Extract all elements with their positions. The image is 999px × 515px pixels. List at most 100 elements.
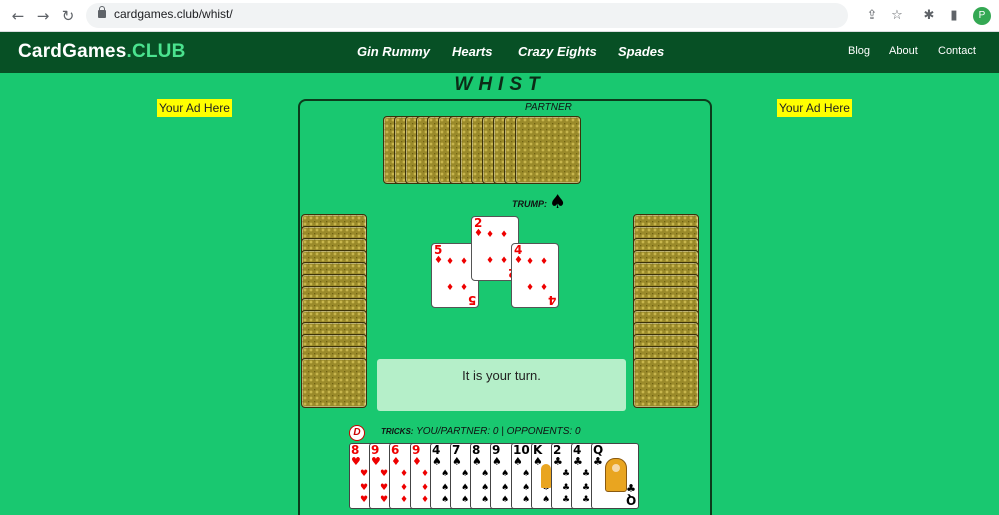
card-suit-icon: ♦: [421, 483, 430, 493]
card-rank: 4: [547, 293, 556, 307]
card-suit-icon: ♠: [542, 495, 551, 505]
card-suit-icon: ♠: [522, 483, 531, 493]
dealer-badge: D: [349, 425, 365, 441]
card-suit-icon: ♣: [562, 469, 571, 479]
address-bar[interactable]: cardgames.club/whist/: [86, 3, 848, 28]
logo-main: CardGames: [18, 41, 127, 62]
card-suit-icon: ♣: [582, 469, 591, 479]
card-suit-icon: ♠: [501, 469, 510, 479]
card-suit-icon: ♦: [391, 455, 401, 468]
diamond-icon: ♦: [460, 283, 469, 293]
card-suit-icon: ♠: [481, 469, 490, 479]
card-suit-icon: ♠: [441, 483, 450, 493]
diamond-icon: ♦: [500, 256, 509, 266]
diamond-icon: ♦: [486, 230, 495, 240]
card-suit-icon: ♠: [461, 469, 470, 479]
partner-label: PARTNER: [525, 102, 572, 113]
browser-toolbar: ← → ↻ cardgames.club/whist/ ⇪ ☆ ✱ ▮ P: [0, 0, 999, 32]
card-suit-icon: ♥: [371, 455, 381, 468]
card-suit-icon: ♠: [513, 455, 523, 468]
card-suit-icon: ♠: [452, 455, 462, 468]
site-logo[interactable]: CardGames.CLUB: [18, 41, 186, 63]
logo-suffix: .CLUB: [126, 41, 186, 62]
card-suit-icon: ♣: [582, 483, 591, 493]
site-header: CardGames.CLUB Gin Rummy Hearts Crazy Ei…: [0, 32, 999, 73]
profile-avatar[interactable]: P: [973, 7, 991, 25]
sidebar-icon[interactable]: ▮: [944, 6, 964, 26]
card-suit-icon: ♥: [380, 483, 389, 493]
lock-icon[interactable]: [98, 6, 106, 18]
nav-blog[interactable]: Blog: [848, 45, 870, 57]
extensions-icon[interactable]: ✱: [919, 6, 939, 26]
diamond-icon: ♦: [514, 255, 523, 266]
url-text: cardgames.club/whist/: [114, 7, 233, 21]
diamond-icon: ♦: [540, 283, 549, 293]
card-suit-icon: ♦: [400, 495, 409, 505]
card-suit-icon: ♣: [582, 495, 591, 505]
status-message: It is your turn.: [377, 359, 626, 411]
card-suit-icon: ♠: [492, 455, 502, 468]
card-suit-icon: ♣: [573, 455, 583, 468]
card-suit-icon: ♦: [400, 483, 409, 493]
card-suit-icon: ♣: [626, 482, 636, 495]
card-suit-icon: ♣: [593, 455, 603, 468]
card-suit-icon: ♠: [481, 495, 490, 505]
opponent-card-back: [301, 358, 367, 408]
game-title: WHIST: [454, 74, 546, 95]
card-suit-icon: ♥: [360, 469, 369, 479]
card-suit-icon: ♣: [562, 495, 571, 505]
nav-about[interactable]: About: [889, 45, 918, 57]
nav-spades[interactable]: Spades: [618, 44, 664, 59]
reload-icon[interactable]: ↻: [58, 6, 78, 26]
ad-right[interactable]: Your Ad Here: [777, 99, 852, 117]
nav-crazy-eights[interactable]: Crazy Eights: [518, 44, 597, 59]
card-suit-icon: ♠: [481, 483, 490, 493]
opponent-card-back: [633, 358, 699, 408]
card-suit-icon: ♠: [472, 455, 482, 468]
card-suit-icon: ♠: [441, 469, 450, 479]
card-suit-icon: ♦: [421, 469, 430, 479]
diamond-icon: ♦: [446, 283, 455, 293]
nav-gin-rummy[interactable]: Gin Rummy: [357, 44, 430, 59]
card-suit-icon: ♥: [351, 455, 361, 468]
card-suit-icon: ♠: [461, 495, 470, 505]
partner-card-back: [515, 116, 581, 184]
diamond-icon: ♦: [500, 230, 509, 240]
trick-card-right: 4 ♦ ♦ ♦ ♦ ♦ 4: [511, 243, 559, 308]
nav-contact[interactable]: Contact: [938, 45, 976, 57]
player-card[interactable]: Q ♣ Q ♣: [591, 443, 639, 509]
card-suit-icon: ♠: [441, 495, 450, 505]
nav-hearts[interactable]: Hearts: [452, 44, 492, 59]
king-figure: [541, 464, 551, 488]
tricks-label: TRICKS:: [381, 427, 414, 436]
diamond-icon: ♦: [486, 256, 495, 266]
card-suit-icon: ♥: [360, 483, 369, 493]
card-suit-icon: ♣: [553, 455, 563, 468]
tricks-info: TRICKS: YOU/PARTNER: 0 | OPPONENTS: 0: [381, 426, 581, 437]
card-suit-icon: ♠: [522, 495, 531, 505]
card-suit-icon: ♠: [432, 455, 442, 468]
card-suit-icon: ♦: [421, 495, 430, 505]
card-suit-icon: ♥: [380, 495, 389, 505]
share-icon[interactable]: ⇪: [862, 6, 882, 26]
card-suit-icon: ♥: [360, 495, 369, 505]
trump-spade-icon: ♠: [549, 191, 567, 213]
diamond-icon: ♦: [460, 257, 469, 267]
diamond-icon: ♦: [446, 257, 455, 267]
back-arrow-icon[interactable]: ←: [8, 6, 28, 26]
diamond-icon: ♦: [434, 255, 443, 266]
forward-arrow-icon[interactable]: →: [33, 6, 53, 26]
card-suit-icon: ♣: [562, 483, 571, 493]
diamond-icon: ♦: [526, 257, 535, 267]
card-suit-icon: ♠: [461, 483, 470, 493]
card-suit-icon: ♦: [400, 469, 409, 479]
diamond-icon: ♦: [540, 257, 549, 267]
queen-figure: [605, 458, 627, 492]
star-icon[interactable]: ☆: [887, 6, 907, 26]
card-rank: 5: [467, 293, 476, 307]
diamond-icon: ♦: [526, 283, 535, 293]
card-suit-icon: ♠: [501, 495, 510, 505]
card-suit-icon: ♥: [380, 469, 389, 479]
trump-label: TRUMP:: [512, 199, 547, 209]
ad-left[interactable]: Your Ad Here: [157, 99, 232, 117]
